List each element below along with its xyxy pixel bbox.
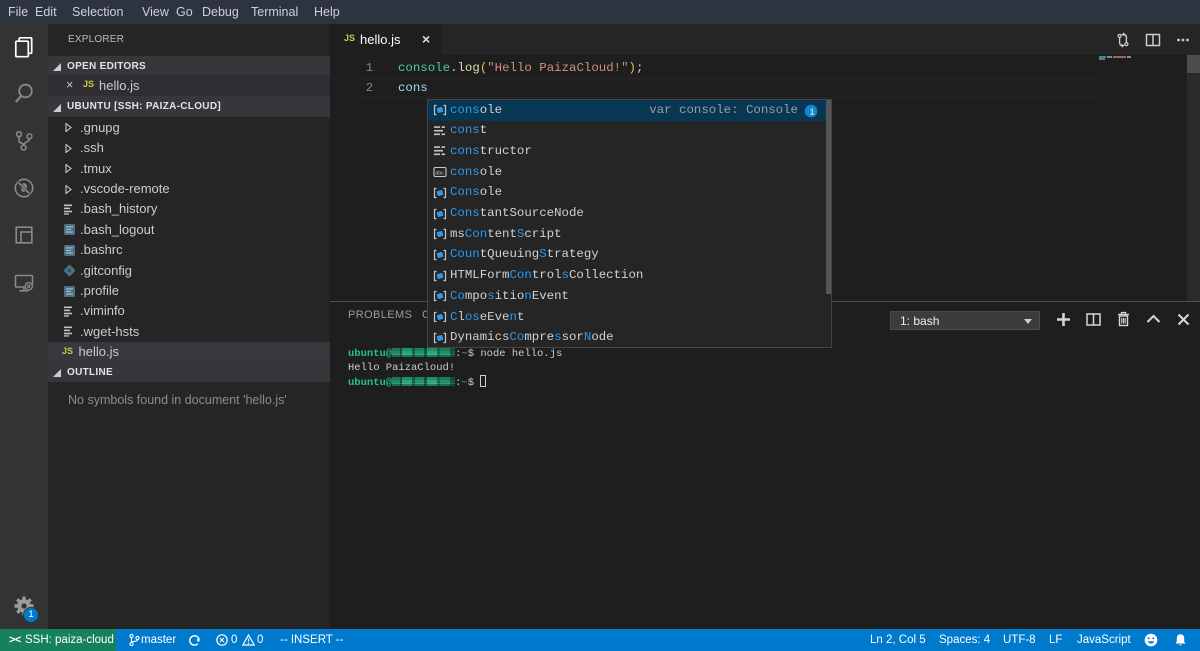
svg-text:i: i bbox=[809, 107, 814, 117]
svg-text:abc: abc bbox=[435, 170, 444, 176]
